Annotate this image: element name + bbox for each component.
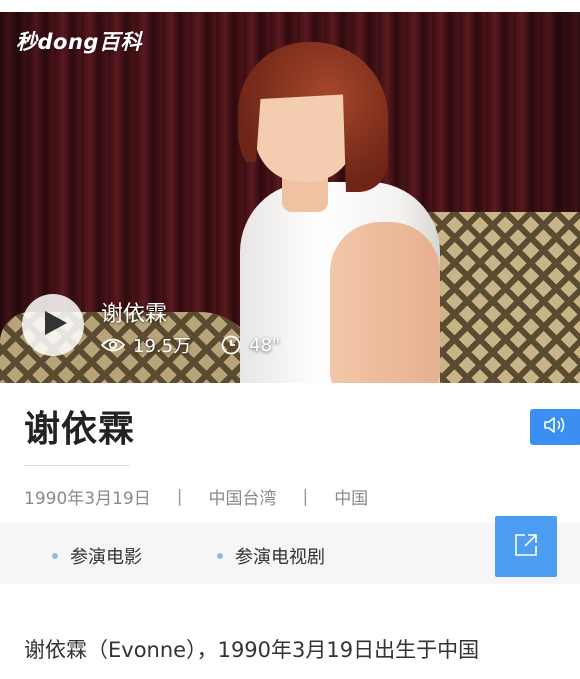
person-facts: 1990年3月19日 | 中国台湾 | 中国 [24, 484, 369, 510]
link-tv-series[interactable]: 参演电视剧 [217, 543, 325, 569]
link-label: 参演电视剧 [235, 547, 325, 568]
bullet-dot [52, 553, 58, 559]
fact-separator: | [176, 486, 183, 507]
clock-icon [221, 335, 241, 355]
speaker-icon [543, 415, 569, 439]
share-button[interactable] [495, 516, 557, 577]
intro-text: 谢依霖（Evonne），1990年3月19日出生于中国 [24, 638, 480, 662]
bullet-dot [217, 553, 223, 559]
video-player[interactable]: 秒dong百科 谢依霖 19.5万 48" [0, 12, 580, 383]
share-icon [513, 532, 539, 562]
page-title: 谢依霖 [24, 409, 136, 450]
video-person-arm [330, 222, 440, 383]
view-count: 19.5万 [133, 336, 192, 357]
nationality: 中国 [334, 489, 369, 509]
video-duration: 48" [249, 334, 281, 356]
audio-button[interactable] [530, 409, 580, 445]
site-logo: 秒dong百科 [16, 30, 142, 54]
play-icon [38, 309, 69, 341]
link-films[interactable]: 参演电影 [52, 543, 142, 569]
link-label: 参演电影 [70, 547, 142, 568]
eye-icon [101, 337, 125, 353]
related-links-bar: 参演电影 参演电视剧 [0, 523, 580, 584]
fact-separator: | [302, 486, 309, 507]
video-meta: 19.5万 48" [101, 332, 280, 358]
play-button[interactable] [22, 294, 84, 356]
birth-date: 1990年3月19日 [24, 489, 151, 509]
title-divider [24, 465, 130, 466]
birthplace: 中国台湾 [208, 489, 277, 509]
video-title: 谢依霖 [101, 302, 168, 327]
